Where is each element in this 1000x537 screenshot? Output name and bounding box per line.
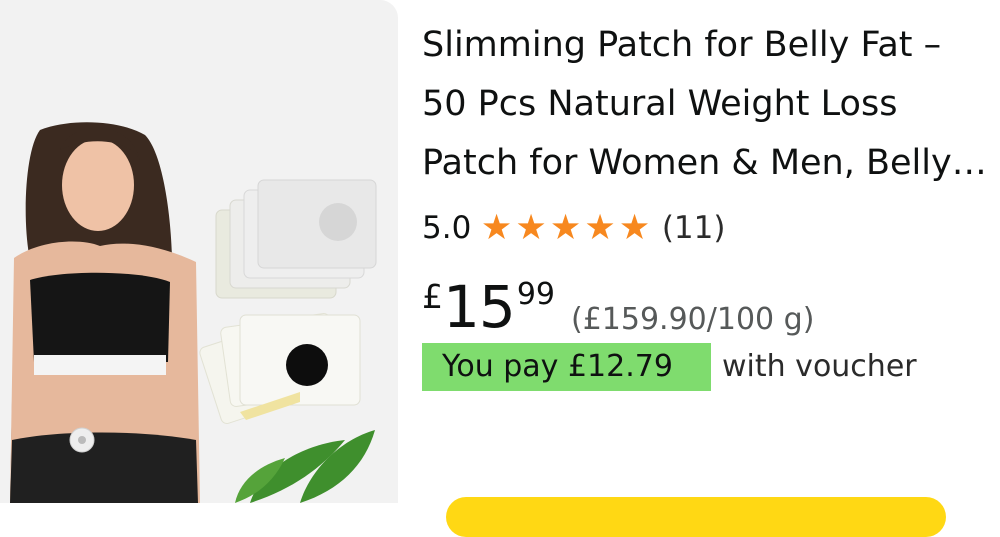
rating-value: 5.0 <box>422 210 472 246</box>
star-icon: ★ <box>480 208 513 248</box>
unit-price: (£159.90/100 g) <box>571 302 815 337</box>
star-icon: ★ <box>584 208 616 248</box>
product-title[interactable]: Slimming Patch for Belly Fat – 50 Pcs Na… <box>422 16 987 193</box>
voucher-suffix: with voucher <box>722 349 917 384</box>
price-currency: £ <box>422 277 443 316</box>
price: £ 15 99 (£159.90/100 g) <box>422 270 814 340</box>
add-to-basket-button[interactable] <box>446 497 946 537</box>
star-rating: ★ ★ ★ ★ ★ <box>479 208 652 248</box>
product-image[interactable] <box>0 0 398 503</box>
price-whole: 15 <box>443 273 516 341</box>
voucher-row: You pay £12.79 with voucher <box>422 343 917 391</box>
star-icon: ★ <box>515 208 547 248</box>
star-icon: ★ <box>549 208 582 248</box>
star-icon: ★ <box>618 208 651 248</box>
product-photo-illustration <box>10 122 377 503</box>
rating-row[interactable]: 5.0 ★ ★ ★ ★ ★ (11) <box>422 206 725 250</box>
voucher-badge: You pay £12.79 <box>422 343 711 391</box>
price-fraction: 99 <box>516 277 555 312</box>
review-count[interactable]: (11) <box>662 206 726 250</box>
